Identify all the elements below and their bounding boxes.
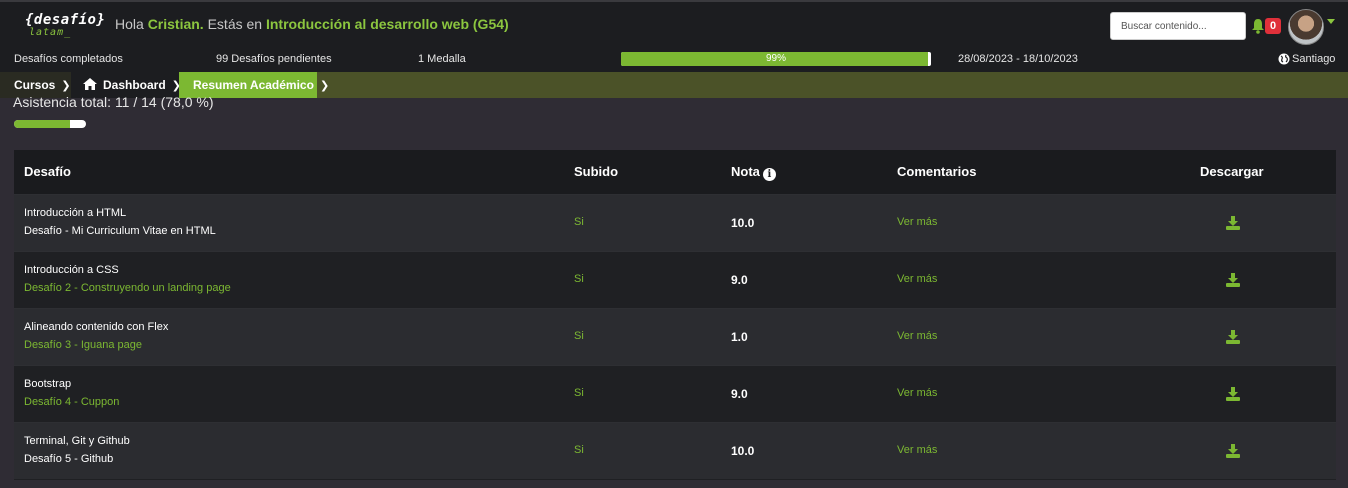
uploaded-status: Si — [574, 273, 584, 285]
download-icon[interactable] — [1226, 330, 1240, 344]
uploaded-status: Si — [574, 387, 584, 399]
attendance-progress-fill — [14, 120, 71, 128]
table-row: Alineando contenido con Flex Desafío 3 -… — [14, 308, 1336, 365]
comments-link[interactable]: Ver más — [897, 273, 937, 285]
top-navbar: {desafío} latam_ Hola Cristian. Estás en… — [0, 0, 1348, 47]
download-icon[interactable] — [1226, 216, 1240, 230]
table-header: Desafío Subido Nota i Comentarios Descarg… — [14, 150, 1336, 194]
home-icon — [83, 78, 97, 90]
avatar[interactable] — [1288, 9, 1324, 45]
column-header-desafio: Desafío — [24, 164, 71, 179]
grade: 10.0 — [731, 444, 755, 458]
challenge-subtitle: Desafío 5 - Github — [24, 453, 114, 465]
stats-bar: Desafíos completados 99 Desafíos pendien… — [0, 47, 1348, 72]
challenges-table: Desafío Subido Nota i Comentarios Descarg… — [14, 150, 1336, 480]
table-row: Bootstrap Desafío 4 - Cuppon Si 9.0 Ver … — [14, 365, 1336, 422]
challenge-subtitle[interactable]: Desafío 4 - Cuppon — [24, 396, 119, 408]
notification-badge[interactable]: 0 — [1265, 18, 1281, 34]
attendance-total: Asistencia total: 11 / 14 (78,0 %) — [13, 94, 214, 110]
download-icon[interactable] — [1226, 273, 1240, 287]
course-name[interactable]: Introducción al desarrollo web (G54) — [266, 16, 509, 32]
info-icon[interactable]: i — [762, 168, 776, 181]
chevron-right-icon: ❯ — [319, 80, 330, 92]
challenge-title: Introducción a CSS — [24, 264, 119, 276]
uploaded-status: Si — [574, 444, 584, 456]
uploaded-status: Si — [574, 330, 584, 342]
breadcrumb-label: Dashboard — [103, 78, 166, 92]
column-header-subido: Subido — [574, 164, 619, 179]
breadcrumb-label: Cursos — [14, 78, 56, 92]
column-header-comentarios: Comentarios — [897, 164, 977, 179]
logo-main-text: {desafío} — [25, 12, 106, 28]
download-icon[interactable] — [1226, 387, 1240, 401]
comments-link[interactable]: Ver más — [897, 387, 937, 399]
greeting: Hola Cristian. Estás en Introducción al … — [115, 16, 509, 32]
challenge-title: Terminal, Git y Github — [24, 435, 130, 447]
bell-icon[interactable] — [1251, 18, 1265, 34]
attendance-progress-bar — [14, 120, 86, 128]
challenge-subtitle[interactable]: Desafío 3 - Iguana page — [24, 339, 142, 351]
greeting-prefix: Hola — [115, 16, 144, 32]
user-name: Cristian. — [147, 16, 204, 32]
medals-count: 1 Medalla — [418, 53, 466, 65]
challenge-title: Introducción a HTML — [24, 207, 127, 219]
challenge-subtitle[interactable]: Desafío 2 - Construyendo un landing page — [24, 282, 231, 294]
chevron-down-icon[interactable] — [1327, 19, 1335, 24]
globe-icon — [1278, 53, 1290, 65]
column-header-descargar: Descargar — [1200, 164, 1264, 179]
comments-link[interactable]: Ver más — [897, 330, 937, 342]
comments-link[interactable]: Ver más — [897, 216, 937, 228]
greeting-middle: Estás en — [207, 16, 263, 32]
course-progress-bar: 99% — [621, 52, 931, 66]
pending-challenges: 99 Desafíos pendientes — [216, 53, 332, 65]
course-progress-label: 99% — [765, 53, 786, 64]
table-row: Introducción a HTML Desafío - Mi Curricu… — [14, 194, 1336, 251]
challenge-title: Alineando contenido con Flex — [24, 321, 169, 333]
comments-link[interactable]: Ver más — [897, 444, 937, 456]
logo-sub-text: latam_ — [29, 27, 72, 38]
download-icon[interactable] — [1226, 444, 1240, 458]
breadcrumb-label: Resumen Académico — [193, 78, 314, 92]
column-header-nota: Nota i — [731, 164, 776, 181]
logo[interactable]: {desafío} latam_ — [25, 12, 105, 42]
grade: 1.0 — [731, 330, 748, 344]
grade: 9.0 — [731, 273, 748, 287]
search-input[interactable] — [1110, 12, 1246, 40]
column-header-nota-label: Nota — [731, 164, 760, 179]
grade: 10.0 — [731, 216, 755, 230]
location: Santiago — [1292, 53, 1336, 65]
table-row: Introducción a CSS Desafío 2 - Construye… — [14, 251, 1336, 308]
completed-challenges: Desafíos completados — [14, 53, 123, 65]
challenge-subtitle: Desafío - Mi Curriculum Vitae en HTML — [24, 225, 216, 237]
challenge-title: Bootstrap — [24, 378, 72, 390]
grade: 9.0 — [731, 387, 748, 401]
page: {desafío} latam_ Hola Cristian. Estás en… — [0, 0, 1348, 488]
table-row: Terminal, Git y Github Desafío 5 - Githu… — [14, 422, 1336, 479]
uploaded-status: Si — [574, 216, 584, 228]
course-dates: 28/08/2023 - 18/10/2023 — [958, 53, 1078, 65]
